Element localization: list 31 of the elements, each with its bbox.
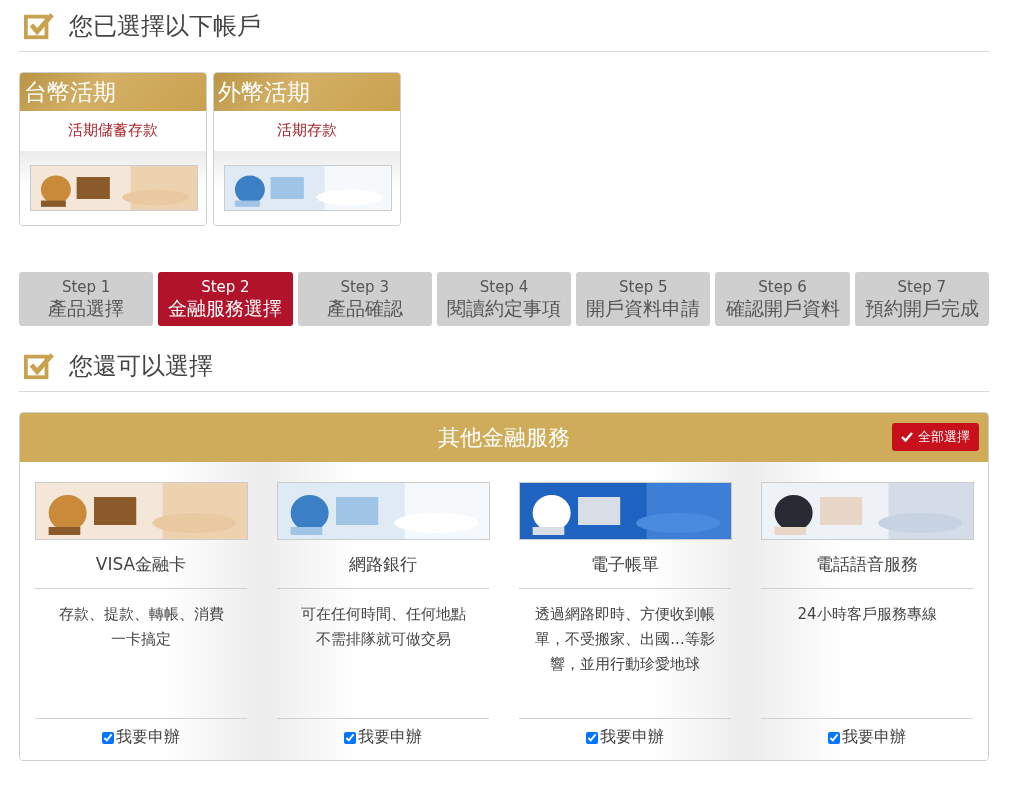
service-description: 一卡搞定	[110, 629, 172, 650]
service-description: 不需排隊就可做交易	[314, 629, 452, 650]
section-title: 您已選擇以下帳戶	[69, 11, 261, 42]
apply-checkbox[interactable]	[102, 731, 114, 744]
check-icon	[901, 431, 913, 443]
checkbox-icon	[23, 11, 55, 41]
apply-checkbox[interactable]	[344, 731, 356, 744]
account-category: 台幣活期	[20, 73, 206, 111]
service-description: 透過網路即時、方便收到帳	[534, 604, 716, 625]
checkbox-icon	[23, 351, 55, 381]
service-description: 響，並用行動珍愛地球	[549, 654, 701, 675]
apply-checkbox[interactable]	[586, 731, 598, 744]
service-description: 可在任何時間、任何地點	[299, 604, 467, 625]
service-name: 電子帳單	[519, 540, 731, 589]
apply-label: 我要申辦	[116, 727, 180, 748]
service-name: 電話語音服務	[761, 540, 973, 589]
apply-label: 我要申辦	[358, 727, 422, 748]
account-product: 活期儲蓄存款	[67, 120, 159, 141]
service-description: 單，不受搬家、出國...等影	[534, 629, 716, 650]
service-description: 存款、提款、轉帳、消費	[57, 604, 225, 625]
account-product: 活期存款	[276, 120, 338, 141]
apply-checkbox[interactable]	[828, 731, 840, 744]
account-category: 外幣活期	[214, 73, 400, 111]
service-name: 網路銀行	[277, 540, 489, 589]
select-all-button[interactable]: 全部選擇	[892, 423, 979, 451]
section-title: 您還可以選擇	[69, 351, 213, 382]
apply-label: 我要申辦	[600, 727, 664, 748]
panel-title: 其他金融服務	[438, 423, 570, 452]
service-description: 24小時客戶服務專線	[796, 604, 938, 625]
apply-label: 我要申辦	[842, 727, 906, 748]
service-name: VISA金融卡	[35, 540, 247, 589]
